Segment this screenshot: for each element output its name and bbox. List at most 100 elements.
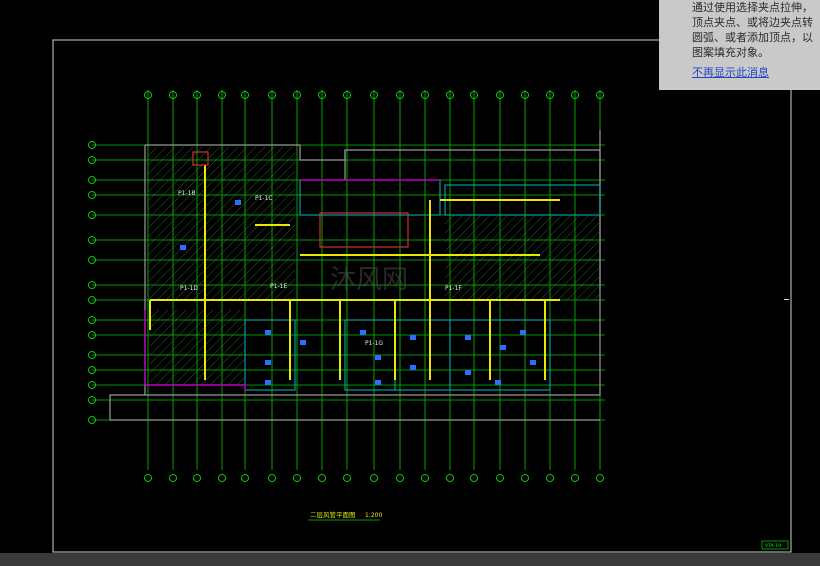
grid-bubble xyxy=(396,474,404,482)
tooltip-popup: 通过使用选择夹点拉伸， 顶点夹点、或将边夹点转 圆弧、或者添加顶点，以 图案填充… xyxy=(659,0,820,90)
grid-bubble xyxy=(596,474,604,482)
diffuser xyxy=(410,365,416,370)
zone-label: P1-1G xyxy=(365,340,383,347)
hatch-line xyxy=(147,146,275,274)
hatch-line xyxy=(147,146,230,229)
hatch-line xyxy=(147,146,176,175)
zone-label: P1-1E xyxy=(270,283,287,290)
diffuser xyxy=(530,360,536,365)
hatch-line xyxy=(227,367,246,386)
hatch-line xyxy=(147,152,296,301)
status-bar xyxy=(0,553,820,566)
tooltip-line: 图案填充对象。 xyxy=(692,46,769,59)
grid-bubble xyxy=(571,474,579,482)
hatch-line xyxy=(147,146,293,292)
diffuser xyxy=(235,200,241,205)
diffuser xyxy=(375,380,381,385)
diffuser xyxy=(465,335,471,340)
hatch-line xyxy=(246,251,296,301)
hatch-line xyxy=(444,214,473,243)
hatch-line xyxy=(173,313,246,386)
grid-bubble xyxy=(218,474,226,482)
hatch-line xyxy=(236,376,246,386)
hatch-line xyxy=(147,146,167,166)
hatch-line xyxy=(584,284,601,301)
grid-bubble xyxy=(144,474,152,482)
hatch-line xyxy=(149,309,196,356)
hatch-line xyxy=(149,309,205,365)
diffuser xyxy=(410,335,416,340)
hatch-line xyxy=(149,309,160,320)
tooltip-line: 通过使用选择夹点拉伸， xyxy=(692,1,813,14)
hatch-line xyxy=(449,214,536,301)
hatch-line xyxy=(149,309,223,383)
zone-label: P1-1D xyxy=(180,285,198,292)
hatch-line xyxy=(228,233,296,301)
hatch-line xyxy=(539,239,601,301)
hatch-line xyxy=(147,146,194,193)
zone-label: P1-1C xyxy=(255,195,273,202)
plan-scale: 1:200 xyxy=(365,512,382,519)
grid-bubble xyxy=(521,474,529,482)
sheet-border xyxy=(52,39,792,553)
hatch-line xyxy=(155,309,232,386)
grid-bubble xyxy=(318,474,326,482)
hatch-line xyxy=(164,309,241,386)
hatch-line xyxy=(191,331,246,386)
hatch-line xyxy=(147,146,212,211)
titleblock-label: VTA-19 xyxy=(765,543,781,549)
hatch-line xyxy=(444,214,464,234)
hatch-line xyxy=(237,242,296,301)
hatch-line xyxy=(530,230,601,301)
hatch-line xyxy=(156,161,296,301)
hatch-line xyxy=(444,214,491,261)
grid-bubble xyxy=(293,474,301,482)
hatch-line xyxy=(512,214,599,301)
hatch-line xyxy=(149,309,187,347)
hatch-line xyxy=(147,146,248,247)
grid-bubble xyxy=(421,474,429,482)
diffuser xyxy=(265,360,271,365)
hatch-line xyxy=(566,266,601,301)
diffuser xyxy=(360,330,366,335)
grid-bubble xyxy=(446,474,454,482)
diffuser xyxy=(495,380,501,385)
hatch-line xyxy=(147,146,221,220)
hatch-line xyxy=(149,309,214,374)
grid-bubble xyxy=(343,474,351,482)
hatch-line xyxy=(485,214,572,301)
grid-bubble xyxy=(241,474,249,482)
hatch-line xyxy=(467,214,554,301)
hatch-line xyxy=(476,214,563,301)
diffuser xyxy=(180,245,186,250)
grid-bubble xyxy=(496,474,504,482)
hatch-line xyxy=(503,214,590,301)
hatch-line xyxy=(444,214,455,225)
zone-label: P1-1F xyxy=(445,285,462,292)
hatch-line xyxy=(182,322,246,386)
diffuser xyxy=(520,330,526,335)
grid-bubble xyxy=(370,474,378,482)
scroll-marker xyxy=(784,299,789,300)
grid-bubble xyxy=(268,474,276,482)
diffuser xyxy=(375,355,381,360)
dismiss-link[interactable]: 不再显示此消息 xyxy=(692,65,769,80)
hatch-line xyxy=(147,146,158,157)
grid-bubble xyxy=(169,474,177,482)
zone-label: P1-1B xyxy=(178,190,196,197)
hatch-line xyxy=(575,275,601,301)
hatch-line xyxy=(444,214,500,270)
diffuser xyxy=(265,380,271,385)
hatch-line xyxy=(444,214,518,288)
plan-title: 二层风管平面图 xyxy=(310,510,356,519)
hatch-line xyxy=(557,257,601,301)
tooltip-line: 顶点夹点、或将边夹点转 xyxy=(692,16,813,29)
hatch-line xyxy=(458,214,545,301)
hatch-line xyxy=(494,214,581,301)
diffuser xyxy=(265,330,271,335)
hatch-line xyxy=(147,146,284,283)
diffuser xyxy=(500,345,506,350)
grid-bubble xyxy=(546,474,554,482)
grid-bubble xyxy=(470,474,478,482)
diffuser xyxy=(300,340,306,345)
